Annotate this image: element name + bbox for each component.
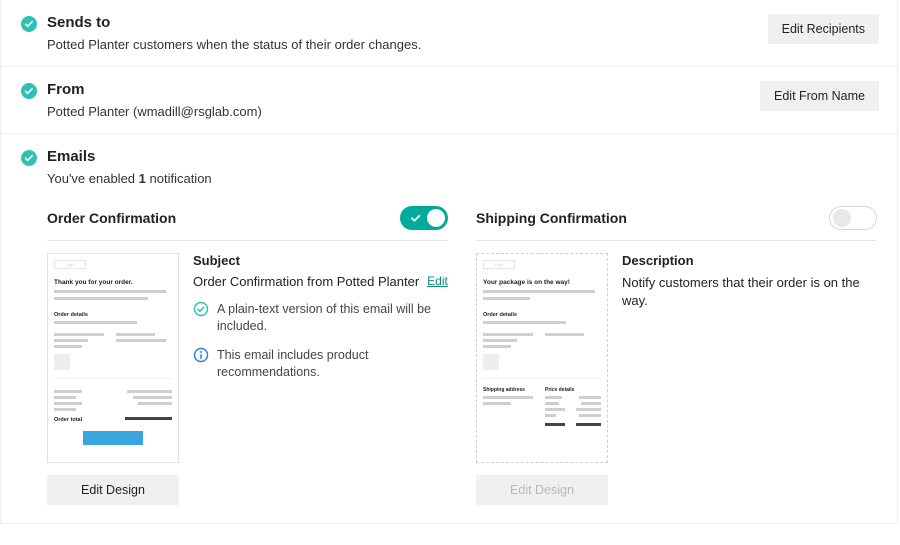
section-desc: Potted Planter (wmadill@rsglab.com) (47, 104, 877, 119)
email-details-order: Subject Order Confirmation from Potted P… (193, 253, 448, 463)
info-icon (193, 347, 209, 363)
settings-panel: Sends to Potted Planter customers when t… (0, 0, 898, 524)
description-label: Description (622, 253, 877, 268)
description-value: Notify customers that their order is on … (622, 274, 877, 310)
check-circle-icon (193, 301, 209, 317)
edit-from-name-button[interactable]: Edit From Name (760, 81, 879, 111)
section-title: Emails (47, 148, 877, 165)
email-preview-order: Logo Thank you for your order. Order det… (47, 253, 179, 463)
emails-enabled-text: You've enabled 1 notification (47, 171, 877, 186)
section-title: From (47, 81, 877, 98)
email-card-shipping-confirmation: Shipping Confirmation Logo Your package … (476, 204, 877, 505)
check-icon (21, 14, 47, 32)
edit-design-shipping-button: Edit Design (476, 475, 608, 505)
toggle-shipping-confirmation[interactable] (829, 206, 877, 230)
check-icon (21, 148, 47, 166)
note-recommendations: This email includes product recommendati… (193, 347, 448, 381)
subject-value: Order Confirmation from Potted Planter (193, 274, 419, 289)
card-title: Order Confirmation (47, 210, 176, 226)
subject-label: Subject (193, 253, 448, 268)
section-desc: Potted Planter customers when the status… (47, 37, 877, 52)
edit-design-order-button[interactable]: Edit Design (47, 475, 179, 505)
edit-recipients-button[interactable]: Edit Recipients (768, 14, 879, 44)
note-plaintext: A plain-text version of this email will … (193, 301, 448, 335)
section-title: Sends to (47, 14, 877, 31)
email-details-shipping: Description Notify customers that their … (622, 253, 877, 463)
email-preview-shipping: Logo Your package is on the way! Order d… (476, 253, 608, 463)
email-card-order-confirmation: Order Confirmation Logo Thank you f (47, 204, 448, 505)
edit-subject-link[interactable]: Edit (427, 274, 448, 288)
section-from: From Potted Planter (wmadill@rsglab.com)… (1, 67, 897, 134)
check-icon (21, 81, 47, 99)
toggle-order-confirmation[interactable] (400, 206, 448, 230)
section-emails: Emails You've enabled 1 notification Ord… (1, 134, 897, 523)
card-title: Shipping Confirmation (476, 210, 627, 226)
section-sends-to: Sends to Potted Planter customers when t… (1, 0, 897, 67)
